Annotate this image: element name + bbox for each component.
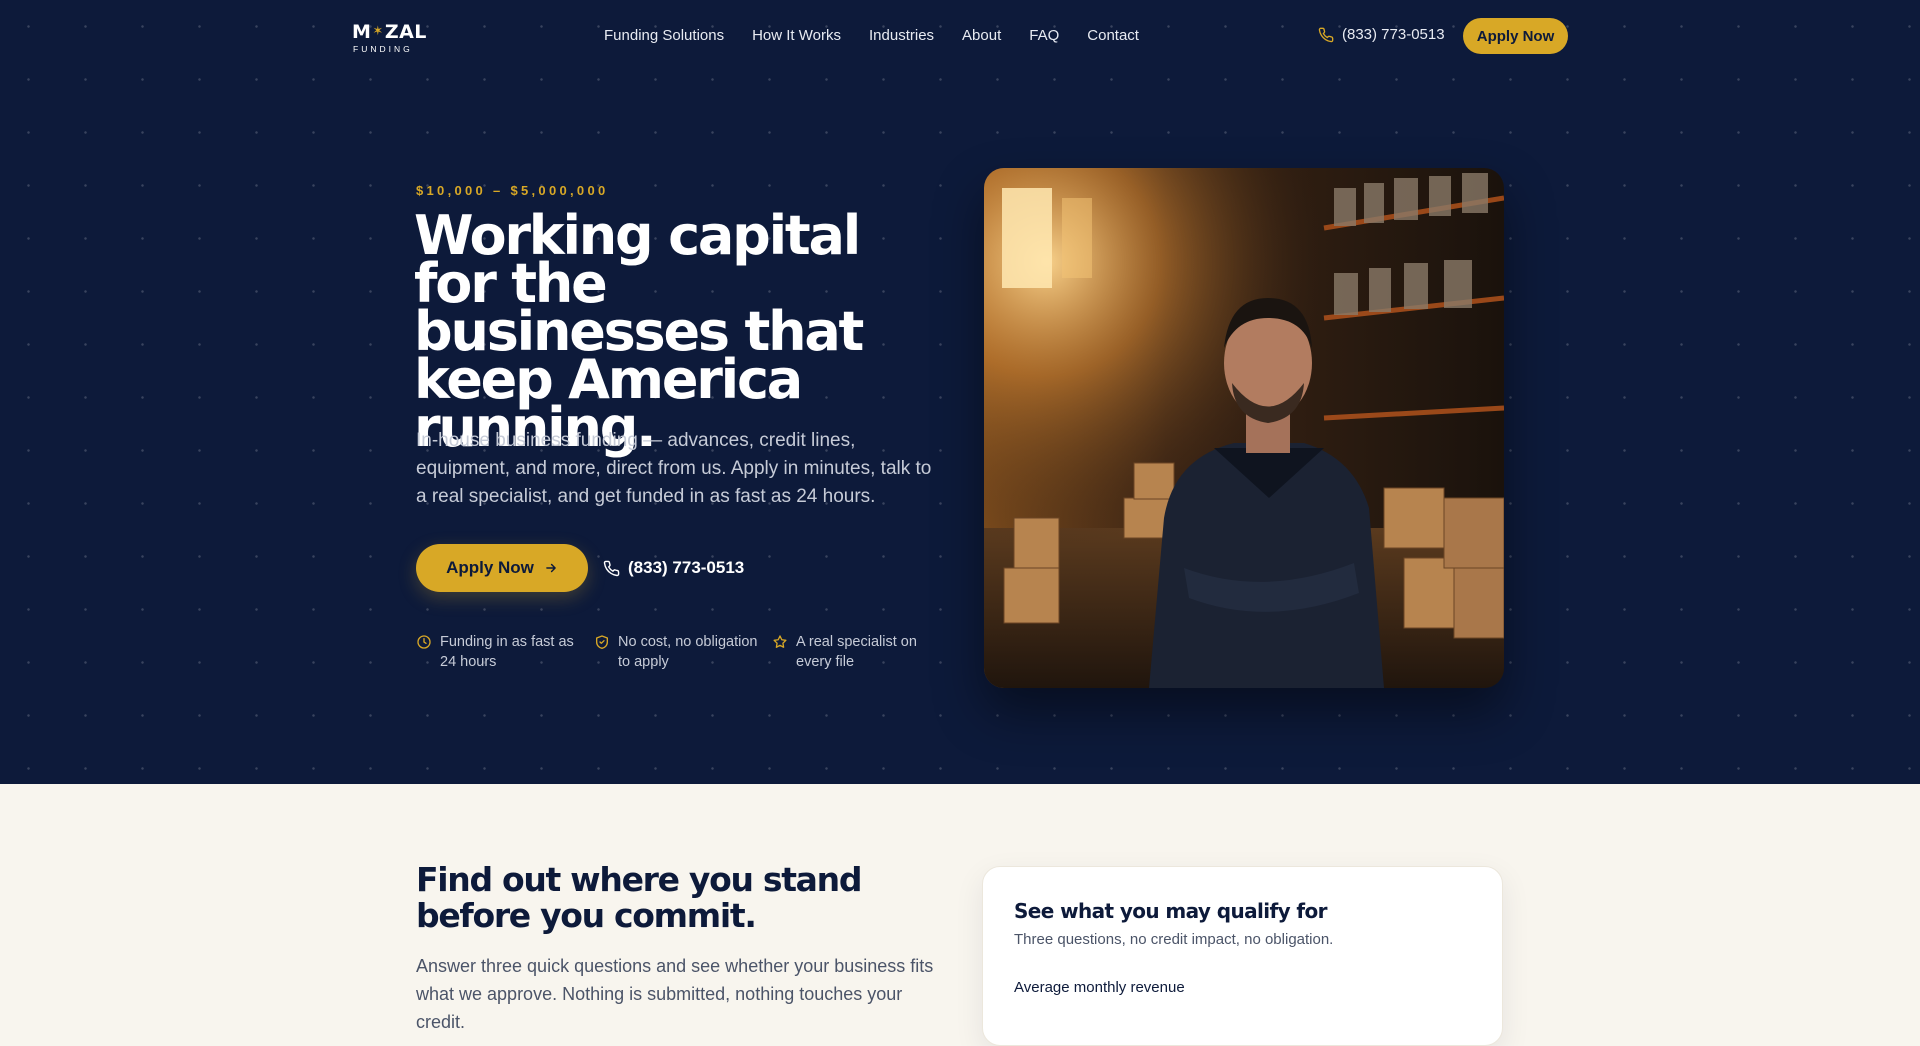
qualify-card: See what you may qualify for Three quest… (982, 866, 1503, 1046)
feature-text: A real specialist on every file (796, 634, 917, 670)
nav-about[interactable]: About (962, 26, 1001, 46)
shield-check-icon (596, 635, 608, 649)
qualify-card-subtitle: Three questions, no credit impact, no ob… (1014, 931, 1334, 948)
hero-phone-link[interactable]: (833) 773-0513 (603, 558, 744, 578)
main-nav: Funding Solutions How It Works Industrie… (604, 26, 1139, 46)
header-phone-number: (833) 773-0513 (1342, 26, 1445, 43)
hero-apply-label: Apply Now (446, 558, 534, 577)
nav-funding-solutions[interactable]: Funding Solutions (604, 26, 724, 46)
feature-text: No cost, no obligation to apply (618, 634, 758, 670)
nav-faq[interactable]: FAQ (1029, 26, 1059, 46)
hero-subtitle: In-house business funding — advances, cr… (416, 430, 932, 507)
logo-letter-m: M (352, 21, 372, 43)
hero-section: M ✶ ZAL FUNDING Funding Solutions How It W… (0, 0, 1920, 784)
star-icon (773, 635, 787, 648)
feature-item: Funding in as fast as 24 hours (416, 632, 580, 672)
logo-subtitle: FUNDING (353, 44, 413, 54)
logo-star-icon: ✶ (372, 24, 384, 39)
phone-icon (1318, 27, 1334, 43)
hero-title: Working capital for the businesses that … (414, 204, 864, 459)
mozal-funding-logo[interactable]: M ✶ ZAL FUNDING (352, 21, 427, 55)
feature-list: Funding in as fast as 24 hours No cost, … (416, 632, 936, 672)
nav-contact[interactable]: Contact (1087, 26, 1139, 46)
header-apply-now-button[interactable]: Apply Now (1463, 18, 1568, 54)
logo-wordmark: M ✶ ZAL (352, 21, 427, 43)
feature-text: Funding in as fast as 24 hours (440, 634, 574, 670)
qualify-section-subtitle: Answer three quick questions and see whe… (416, 956, 934, 1032)
hero-apply-now-button[interactable]: Apply Now (416, 544, 588, 592)
funding-range-eyebrow: $10,000 – $5,000,000 (416, 183, 609, 198)
feature-item: No cost, no obligation to apply (594, 632, 758, 672)
hero-warehouse-worker-photo (984, 168, 1504, 688)
logo-letters-zal: ZAL (384, 21, 427, 43)
qualify-card-title: See what you may qualify for (1014, 899, 1328, 923)
monthly-revenue-label: Average monthly revenue (1014, 979, 1185, 996)
site-header: M ✶ ZAL FUNDING Funding Solutions How It W… (0, 0, 1920, 72)
nav-how-it-works[interactable]: How It Works (752, 26, 841, 46)
header-phone-link[interactable]: (833) 773-0513 (1318, 25, 1445, 45)
nav-industries[interactable]: Industries (869, 26, 934, 46)
arrow-right-icon (546, 563, 556, 573)
hero-phone-number: (833) 773-0513 (628, 558, 745, 577)
phone-icon (603, 560, 620, 576)
warehouse-worker-illustration (984, 168, 1504, 688)
feature-item: A real specialist on every file (772, 632, 936, 672)
clock-icon (417, 635, 431, 649)
qualify-section-title: Find out where you stand before you comm… (416, 860, 862, 935)
